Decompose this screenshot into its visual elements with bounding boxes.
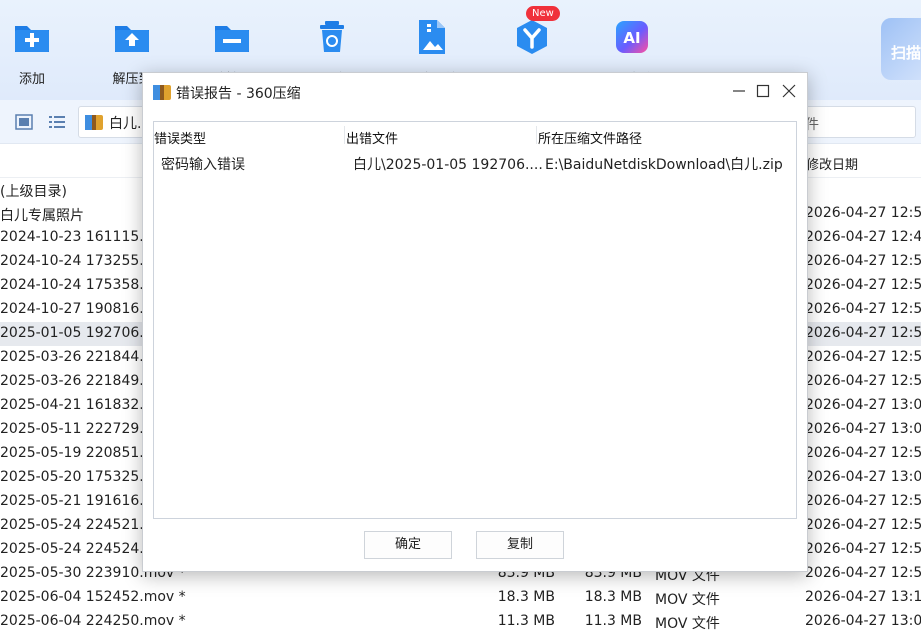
modified-date-cell: 2026-04-27 12:52 — [805, 349, 921, 365]
modified-date-cell: 2026-04-27 12:57 — [805, 517, 921, 533]
column-header-error-type[interactable]: 错误类型 — [154, 128, 206, 147]
column-header-error-file[interactable]: 出错文件 — [346, 128, 398, 147]
zip-archive-icon — [84, 112, 104, 136]
file-name-cell: (上级目录) — [0, 184, 67, 200]
recycle-bin-icon — [313, 18, 351, 56]
modified-date-cell: 2026-04-27 13:00 — [805, 421, 921, 437]
maximize-button[interactable] — [751, 77, 775, 105]
dialog-title: 错误报告 - 360压缩 — [176, 86, 301, 102]
file-size-cell: 11.3 MB — [497, 613, 555, 629]
modified-date-cell: 2026-04-27 12:57 — [805, 541, 921, 557]
packed-size-cell: 11.3 MB — [584, 613, 642, 629]
modified-date-cell: 2026-04-27 13:03 — [805, 469, 921, 485]
table-row[interactable]: 2025-06-04 152452.mov * 18.3 MB 18.3 MB MOV… — [0, 586, 921, 610]
list-view-icon[interactable] — [48, 114, 66, 130]
copy-button[interactable]: 复制 — [476, 531, 564, 559]
close-button[interactable] — [777, 77, 801, 105]
add-button-label: 添加 — [18, 72, 45, 87]
column-header-modified-date[interactable]: 修改日期 — [806, 154, 858, 173]
column-separator — [536, 126, 537, 144]
image-compress-icon — [413, 18, 451, 56]
scan-button[interactable]: 扫描 — [881, 18, 921, 80]
app-archive-icon — [153, 84, 171, 100]
modified-date-cell: 2026-04-27 12:56 — [805, 373, 921, 389]
modified-date-cell: 2026-04-27 13:16 — [805, 589, 921, 605]
packed-size-cell: 18.3 MB — [584, 589, 642, 605]
ai-icon: AI — [613, 18, 651, 56]
file-size-cell: 18.3 MB — [497, 589, 555, 605]
minimize-button[interactable] — [727, 77, 751, 105]
one-click-extract-icon — [213, 18, 251, 56]
extract-icon — [113, 18, 151, 56]
modified-date-cell: 2026-04-27 12:56 — [805, 493, 921, 509]
modified-date-cell: 2026-04-27 12:49 — [805, 229, 921, 245]
svg-text:AI: AI — [623, 29, 640, 47]
modified-date-cell: 2026-04-27 12:50 — [805, 253, 921, 269]
column-separator — [344, 126, 345, 144]
file-name-cell: 白儿专属照片 — [0, 208, 84, 224]
ok-button[interactable]: 确定 — [364, 531, 452, 559]
modified-date-cell: 2026-04-27 12:50 — [805, 205, 921, 221]
tools-icon — [513, 18, 551, 56]
thumbnail-view-icon[interactable] — [15, 114, 33, 130]
table-row[interactable]: 2025-06-04 224250.mov * 11.3 MB 11.3 MB MOV… — [0, 610, 921, 634]
modified-date-cell: 2026-04-27 12:51 — [805, 301, 921, 317]
file-type-cell: MOV 文件 — [655, 592, 720, 608]
modified-date-cell: 2026-04-27 12:51 — [805, 445, 921, 461]
scan-button-label: 扫描 — [891, 44, 921, 62]
modified-date-cell: 2026-04-27 12:58 — [805, 565, 921, 581]
error-type-cell: 密码输入错误 — [161, 157, 245, 173]
dialog-title-bar[interactable]: 错误报告 - 360压缩 — [143, 73, 807, 111]
new-badge: New — [526, 6, 560, 21]
error-table: 错误类型 出错文件 所在压缩文件路径 密码输入错误 白儿\2025-01-05 … — [153, 121, 797, 519]
file-type-cell: MOV 文件 — [655, 616, 720, 632]
add-button[interactable]: 添加 — [0, 14, 64, 94]
modified-date-cell: 2026-04-27 12:50 — [805, 325, 921, 341]
column-header-archive-path[interactable]: 所在压缩文件路径 — [538, 128, 642, 147]
modified-date-cell: 2026-04-27 12:50 — [805, 277, 921, 293]
archive-path-cell: E:\BaiduNetdiskDownload\白儿.zip — [545, 157, 783, 173]
file-name-cell: 2025-06-04 152452.mov * — [0, 589, 186, 605]
add-icon — [13, 18, 51, 56]
modified-date-cell: 2026-04-27 13:09 — [805, 613, 921, 629]
error-file-cell: 白儿\2025-01-05 192706.... — [353, 157, 543, 173]
file-name-cell: 2025-06-04 224250.mov * — [0, 613, 186, 629]
modified-date-cell: 2026-04-27 13:01 — [805, 397, 921, 413]
error-report-dialog: 错误报告 - 360压缩 错误类型 出错文件 所在压缩文件路径 密码输入错误 白… — [142, 72, 808, 572]
